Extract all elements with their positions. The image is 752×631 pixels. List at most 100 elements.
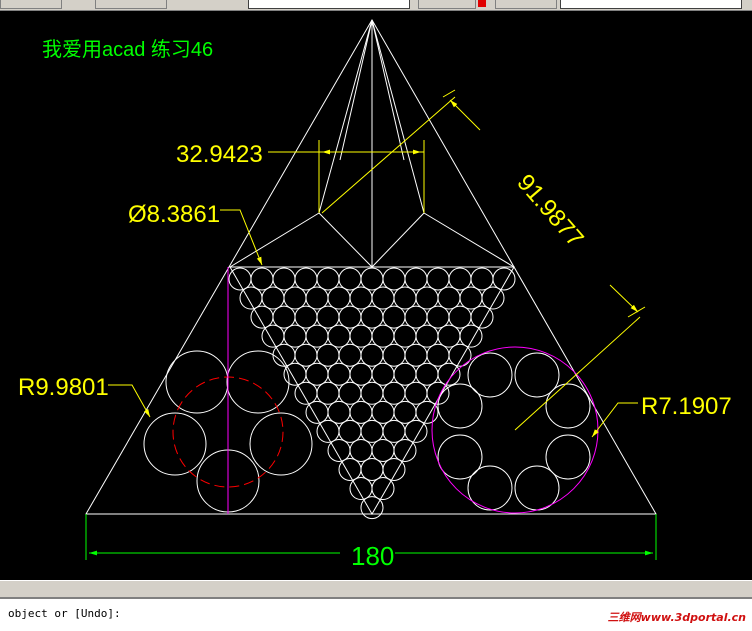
packed-circle [371,477,395,501]
packed-circle [382,458,406,481]
packed-circle [272,267,296,291]
right-cluster-circle [545,383,591,429]
packed-circle [360,343,384,367]
right-cluster-circle [514,465,560,511]
packed-circle [338,419,362,443]
packed-circle [415,286,439,310]
packed-circle [393,362,417,386]
pyramid-edge [318,19,373,214]
packed-circle [316,419,340,443]
slant-reference-line [321,96,456,214]
packed-circle [382,419,406,443]
packed-circle [426,305,450,329]
packed-circle [261,286,285,310]
dimension-arrow [609,284,639,313]
packed-circle [382,267,406,291]
packed-circle [404,381,428,405]
cad-drawing[interactable]: 我爱用acad 练习46 32.9423 Ø8.3861 91.9877 R9.… [0,11,752,580]
packed-circle [338,343,362,367]
packed-circle [294,267,318,291]
dim-circle-diameter-label: Ø8.3861 [128,201,220,228]
left-cluster-circle [249,412,313,476]
packed-circle [349,362,373,386]
packed-circle [404,267,428,291]
dim-slant-length-label: 91.9877 [511,169,588,252]
packed-circle [338,305,362,329]
layer-dropdown[interactable] [248,0,410,9]
left-cluster-circle [226,350,290,414]
drawing-canvas[interactable]: 我爱用acad 练习46 32.9423 Ø8.3861 91.9877 R9.… [0,11,752,580]
packed-circle [470,305,494,329]
pyramid-edge [371,212,425,268]
packed-circle [459,286,483,310]
geometry-group: 我爱用acad 练习46 32.9423 Ø8.3861 91.9877 R9.… [18,18,732,571]
packed-circle [316,381,340,405]
right-cluster-circle [437,383,483,429]
packed-circle [448,267,472,291]
packed-circle [305,362,329,386]
packed-circle [250,305,274,329]
horizontal-scrollbar[interactable] [0,580,752,598]
packed-circle [338,381,362,405]
packed-circle [382,381,406,405]
packed-circle [437,324,461,348]
packed-circle [382,343,406,367]
packed-circle [360,381,384,405]
toolbar-button[interactable] [95,0,167,9]
toolbar-button[interactable] [495,0,557,9]
packed-circle [349,286,373,310]
packed-circle [305,286,329,310]
packed-circle [272,305,296,329]
right-cluster-circle [467,352,513,398]
pyramid-edge [318,212,373,268]
packed-circle [448,305,472,329]
pyramid-edge [339,19,373,161]
watermark: 三维网www.3dportal.cn [607,611,746,624]
radius-leader [108,384,151,418]
dim-base-width-label: 180 [351,541,394,571]
right-cluster-circle [437,434,483,480]
packed-circle [393,286,417,310]
packed-circle [360,267,384,291]
packed-circle [371,286,395,310]
packed-circle [338,458,362,481]
pyramid-edge [371,19,405,161]
packed-circle [349,400,373,424]
packed-circle [404,419,428,443]
left-cluster-circle [165,350,229,414]
packed-circle [294,305,318,329]
left-cluster-circle [143,412,207,476]
right-cluster-circle [467,465,513,511]
packed-circle [360,419,384,443]
packed-circle [437,362,461,386]
packed-circle [294,343,318,367]
command-line[interactable]: object or [Undo]: 三维网www.3dportal.cn [0,598,752,631]
packed-circle [316,267,340,291]
extension-line [627,306,646,318]
packed-circle [349,438,373,462]
packed-circle [393,400,417,424]
packed-circle [492,267,516,291]
color-swatch-icon[interactable] [478,0,486,7]
dim-left-radius-label: R9.9801 [18,374,109,401]
packed-circle [393,324,417,348]
toolbar-button[interactable] [418,0,476,9]
packed-circle [283,286,307,310]
command-prompt: object or [Undo]: [8,607,121,620]
packed-circle [426,343,450,367]
packed-circle [448,343,472,367]
triangle-geometry [85,18,657,520]
dim-right-radius-label: R7.1907 [641,393,732,420]
packed-circle [305,324,329,348]
packed-circle [283,362,307,386]
toolbar-button[interactable] [0,0,62,9]
packed-circle [371,400,395,424]
packed-circle [382,305,406,329]
packed-circle [393,438,417,462]
packed-circle [426,381,450,405]
linetype-dropdown[interactable] [560,0,742,9]
packed-circle [426,267,450,291]
packed-circle [371,324,395,348]
packed-circle [327,324,351,348]
packed-circle [228,267,252,291]
